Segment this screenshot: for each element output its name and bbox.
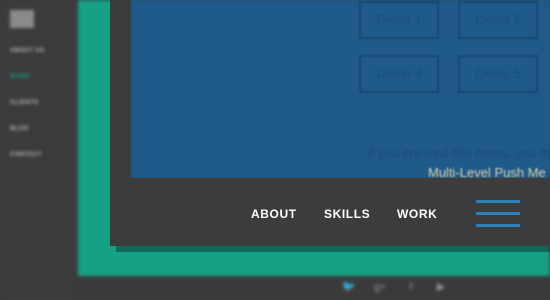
multi-level-push-menu-link[interactable]: Multi-Level Push Me — [428, 165, 546, 178]
twitter-icon[interactable]: 🐦 — [342, 281, 356, 293]
google-plus-icon[interactable]: g+ — [373, 281, 387, 293]
logo — [10, 10, 34, 28]
side-item-contact[interactable]: Contact — [10, 148, 45, 174]
demo-5-button[interactable]: Demo 5 — [458, 55, 538, 93]
hamburger-bar — [476, 212, 520, 215]
demo-4-button[interactable]: Demo 4 — [359, 55, 439, 93]
side-item-clients[interactable]: Clients — [10, 96, 45, 122]
info-message: If you enjoyed this menu, you m — [367, 145, 550, 160]
hamburger-bar — [476, 200, 520, 203]
side-menu: About Us Work Clients Blog Contact — [0, 0, 78, 300]
side-item-about-us[interactable]: About Us — [10, 44, 45, 70]
demo-1-button[interactable]: Demo 1 — [359, 1, 439, 39]
nav-about[interactable]: ABOUT — [251, 207, 297, 221]
side-menu-list: About Us Work Clients Blog Contact — [10, 44, 45, 174]
youtube-icon[interactable]: ▶ — [434, 281, 448, 293]
footer-bar — [78, 276, 550, 300]
facebook-icon[interactable]: f — [404, 281, 418, 293]
side-item-blog[interactable]: Blog — [10, 122, 45, 148]
side-item-work[interactable]: Work — [10, 70, 45, 96]
content-area: Demo 1 Demo 2 Demo 4 Demo 5 If you enjoy… — [131, 0, 550, 178]
nav-work[interactable]: WORK — [397, 207, 437, 221]
demo-2-button[interactable]: Demo 2 — [458, 1, 538, 39]
nav-skills[interactable]: SKILLS — [324, 207, 370, 221]
top-nav: ABOUT SKILLS WORK — [110, 178, 550, 246]
hamburger-bar — [476, 224, 520, 227]
hamburger-icon[interactable] — [476, 200, 520, 230]
